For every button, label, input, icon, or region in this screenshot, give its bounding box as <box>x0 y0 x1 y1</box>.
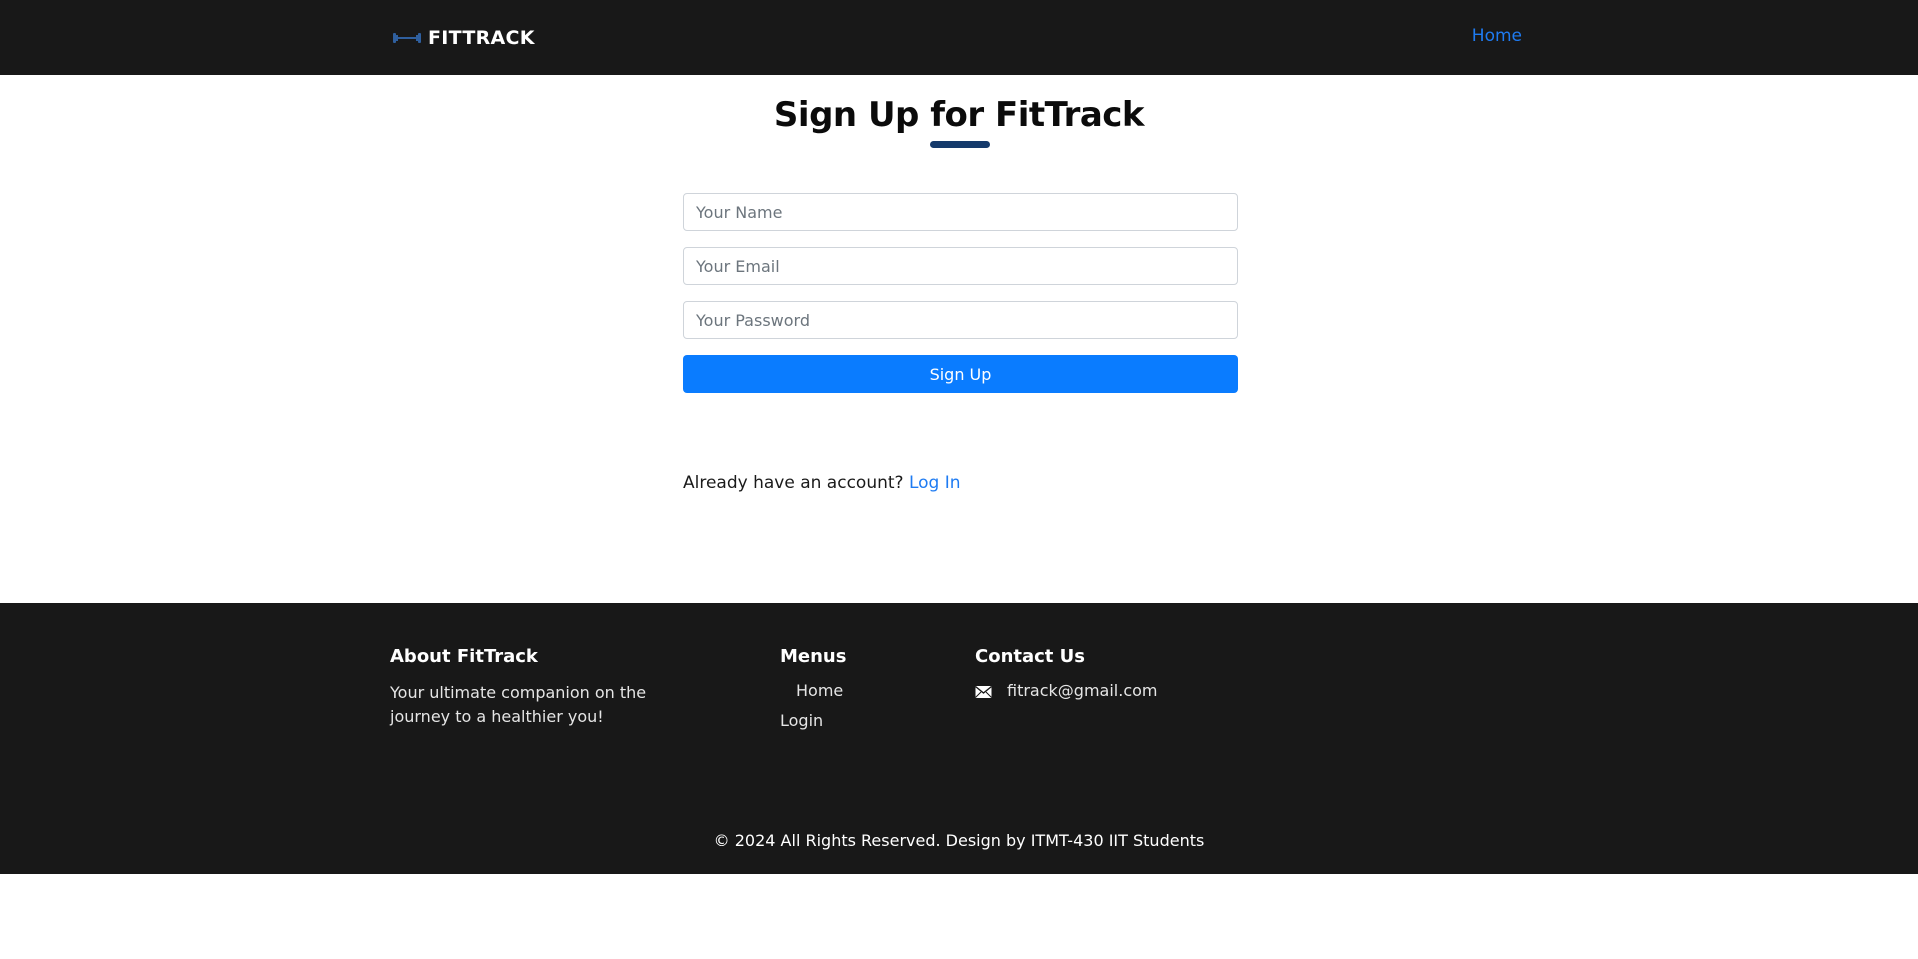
footer-menus-heading: Menus <box>780 646 847 667</box>
nav-home-link[interactable]: Home <box>1472 26 1522 46</box>
brand-logo[interactable]: FITTRACK <box>392 26 535 50</box>
footer-menu-item: Home <box>780 681 846 700</box>
dumbbell-icon <box>392 26 424 50</box>
signup-button[interactable]: Sign Up <box>683 355 1238 393</box>
brand-name: FITTRACK <box>428 27 535 49</box>
site-footer: About FitTrack Your ultimate companion o… <box>0 603 1918 874</box>
site-header: FITTRACK Home <box>0 0 1918 75</box>
footer-home-link[interactable]: Home <box>796 681 843 700</box>
footer-about-text: Your ultimate companion on the journey t… <box>390 683 647 726</box>
footer-contact: Contact Us fitrack@gmail.com <box>975 646 1158 700</box>
footer-menu-item: Login <box>780 711 846 730</box>
footer-menus: Menus Home Login <box>780 646 846 741</box>
signup-form: Sign Up <box>683 193 1238 393</box>
login-link[interactable]: Log In <box>909 473 961 493</box>
contact-email: fitrack@gmail.com <box>1007 681 1158 700</box>
title-underline <box>930 141 990 148</box>
copyright-text: © 2024 All Rights Reserved. Design by IT… <box>713 831 1205 850</box>
footer-about: About FitTrack Your ultimate companion o… <box>390 646 690 729</box>
password-input[interactable] <box>683 301 1238 339</box>
page-title: Sign Up for FitTrack <box>773 95 1145 135</box>
footer-about-heading: About FitTrack <box>390 646 538 667</box>
contact-email-row: fitrack@gmail.com <box>975 681 1158 700</box>
name-input[interactable] <box>683 193 1238 231</box>
footer-menu-list: Home Login <box>780 681 846 730</box>
login-prompt: Already have an account? Log In <box>683 473 961 493</box>
email-input[interactable] <box>683 247 1238 285</box>
footer-login-link[interactable]: Login <box>780 711 823 730</box>
login-prompt-text: Already have an account? <box>683 473 904 493</box>
envelope-icon <box>975 684 992 698</box>
footer-contact-heading: Contact Us <box>975 646 1086 667</box>
